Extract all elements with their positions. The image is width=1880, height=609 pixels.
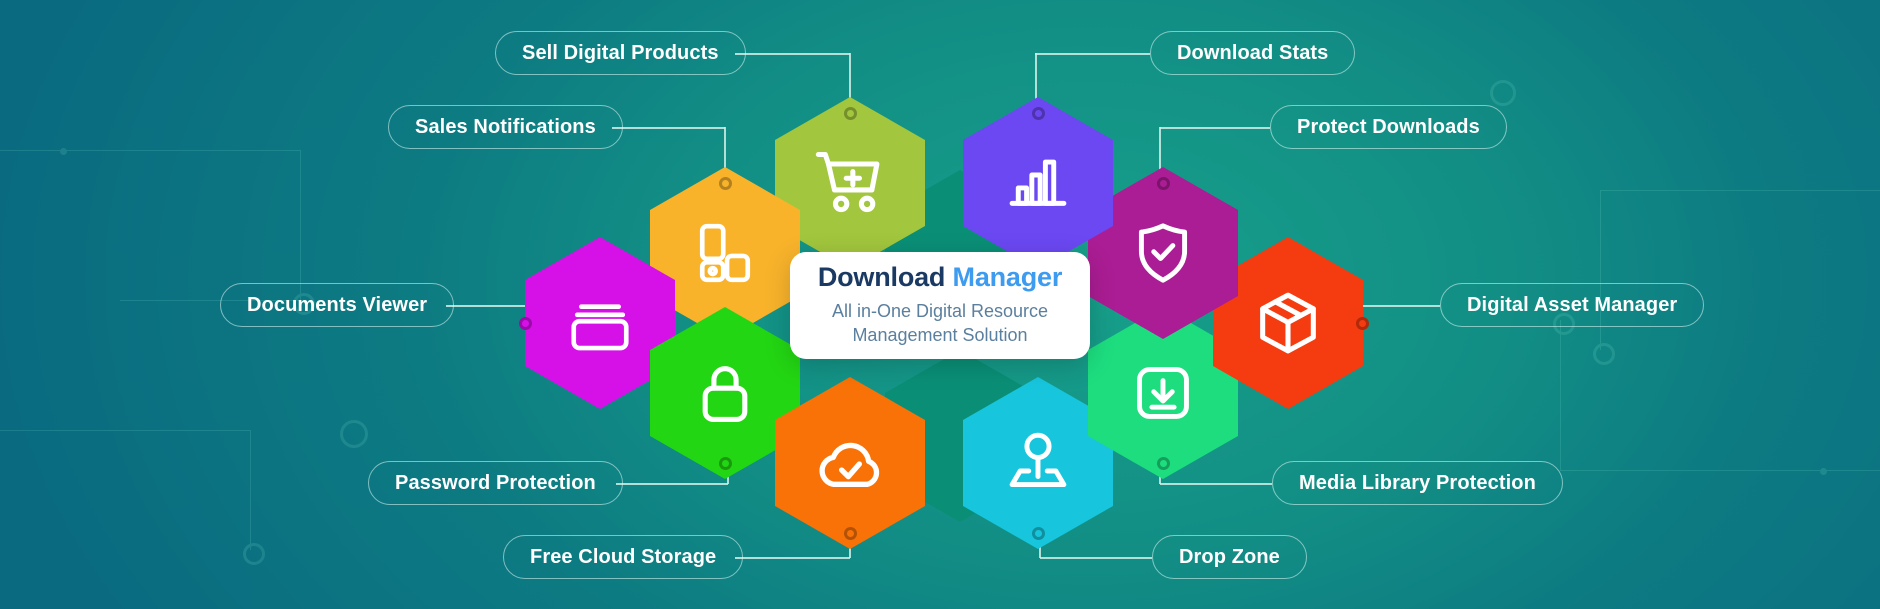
bar-chart-icon xyxy=(1001,146,1075,220)
connector-nub xyxy=(1157,177,1170,190)
label-sell-digital-products[interactable]: Sell Digital Products xyxy=(495,31,746,75)
hex-shape-free-cloud-storage[interactable] xyxy=(775,377,925,549)
label-documents-viewer[interactable]: Documents Viewer xyxy=(220,283,455,327)
label-protect-downloads[interactable]: Protect Downloads xyxy=(1270,105,1507,149)
drop-pin-icon xyxy=(1001,426,1075,500)
connector-nub xyxy=(844,107,857,120)
label-drop-zone[interactable]: Drop Zone xyxy=(1152,535,1307,579)
label-download-stats[interactable]: Download Stats xyxy=(1150,31,1356,75)
connector-nub xyxy=(519,317,532,330)
center-card-subtitle-line1: All in-One Digital Resource xyxy=(831,301,1049,322)
connector-nub xyxy=(844,527,857,540)
label-free-cloud-storage[interactable]: Free Cloud Storage xyxy=(503,535,744,579)
shield-check-icon xyxy=(1126,216,1200,290)
documents-window-icon xyxy=(565,288,635,358)
infographic-canvas: Download Manager All in-One Digital Reso… xyxy=(0,0,1880,609)
hex-shape-download-stats[interactable] xyxy=(963,97,1113,269)
center-card: Download Manager All in-One Digital Reso… xyxy=(790,252,1090,359)
label-media-library-protection[interactable]: Media Library Protection xyxy=(1272,461,1563,505)
package-box-icon xyxy=(1250,285,1326,361)
center-card-title-part1: Download xyxy=(817,262,946,293)
connector-drop-zone xyxy=(1040,557,1152,559)
connector-sell-digital-products xyxy=(735,53,850,55)
label-password-protection[interactable]: Password Protection xyxy=(368,461,623,505)
connector-password-protection xyxy=(616,483,728,485)
blocks-layout-icon xyxy=(690,218,760,288)
connector-sales-notifications xyxy=(612,127,725,129)
connector-nub xyxy=(1032,107,1045,120)
shopping-cart-plus-icon xyxy=(812,145,888,221)
hex-download-stats[interactable] xyxy=(963,97,1113,269)
connector-nub xyxy=(719,457,732,470)
label-digital-asset-manager[interactable]: Digital Asset Manager xyxy=(1440,283,1705,327)
connector-nub xyxy=(1032,527,1045,540)
connector-protect-downloads xyxy=(1160,127,1270,129)
connector-nub xyxy=(1157,457,1170,470)
center-card-subtitle: All in-One Digital Resource Management S… xyxy=(832,300,1048,348)
connector-nub xyxy=(719,177,732,190)
label-sales-notifications[interactable]: Sales Notifications xyxy=(388,105,623,149)
cloud-check-icon xyxy=(810,423,890,503)
connector-download-stats xyxy=(1035,53,1150,55)
center-card-title-part2: Manager xyxy=(952,262,1063,293)
download-box-icon xyxy=(1126,356,1200,430)
padlock-icon xyxy=(689,357,761,429)
center-card-title: Download Manager xyxy=(817,262,1063,293)
connector-nub xyxy=(1356,317,1369,330)
connector-media-library-protection xyxy=(1160,483,1272,485)
center-card-subtitle-line2: Management Solution xyxy=(852,324,1028,345)
connector-free-cloud-storage xyxy=(735,557,850,559)
hex-free-cloud-storage[interactable] xyxy=(775,377,925,549)
